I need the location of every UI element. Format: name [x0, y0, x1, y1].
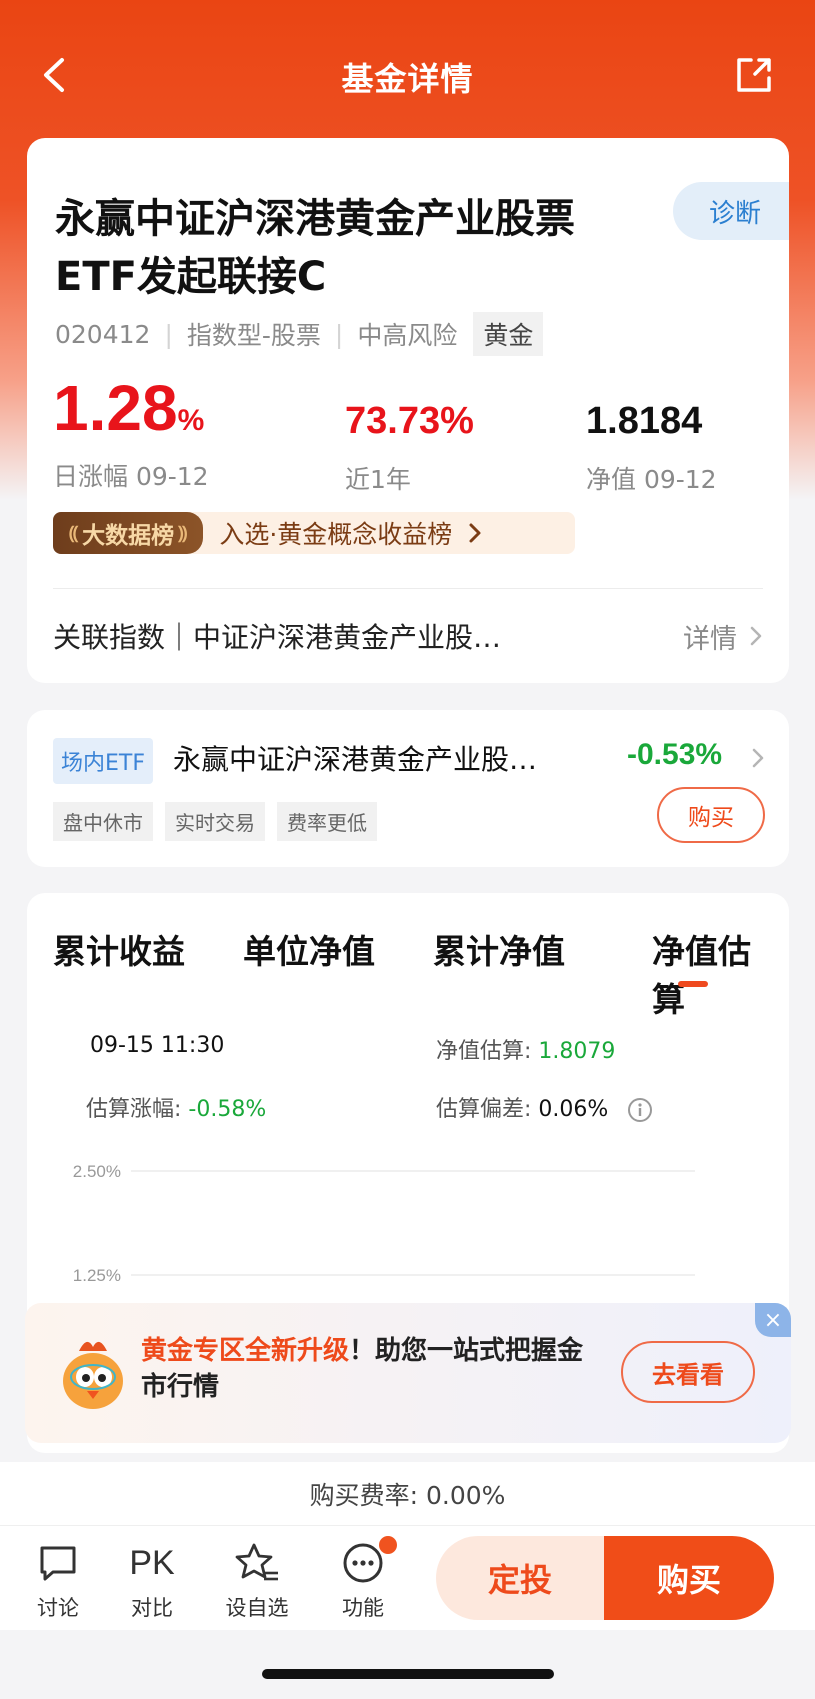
compare-label: 对比 [131, 1596, 173, 1620]
daily-change-unit: % [177, 404, 205, 437]
daily-change-label: 日涨幅 09-12 [53, 462, 209, 491]
promo-text: 黄金专区全新升级！助您一站式把握金市行情 [141, 1333, 601, 1405]
etf-tag-item: 盘中休市 [53, 802, 153, 841]
related-index-label: 关联指数｜中证沪深港黄金产业股… [53, 621, 502, 654]
etf-tag-item: 实时交易 [165, 802, 265, 841]
related-index-detail: 详情 [683, 623, 737, 655]
tab-cumulative-return[interactable]: 累计收益 [53, 925, 185, 973]
active-tab-indicator [678, 981, 708, 987]
fund-summary-card: 永赢中证沪深港黄金产业股票 ETF发起联接C 诊断 020412 | 指数型-股… [27, 138, 789, 683]
app-header: 基金详情 [0, 40, 815, 110]
fund-name: 永赢中证沪深港黄金产业股票 ETF发起联接C [55, 190, 615, 306]
page-title: 基金详情 [341, 60, 474, 98]
nav-label: 净值 09-12 [586, 465, 717, 494]
divider: | [334, 319, 344, 349]
etf-change: -0.53% [627, 738, 723, 771]
nav-stat: 1.8184 净值 09-12 [586, 396, 717, 496]
fund-theme-tag[interactable]: 黄金 [473, 312, 544, 356]
etf-tag: 场内ETF [53, 738, 153, 784]
performance-tabs: 累计收益 单位净值 累计净值 净值估算 [53, 925, 773, 1019]
watchlist-label: 设自选 [225, 1596, 289, 1620]
etf-tag-item: 费率更低 [277, 802, 377, 841]
related-index-row[interactable]: 关联指数｜中证沪深港黄金产业股… 详情 [53, 608, 763, 664]
daily-change-stat: 1.28% 日涨幅 09-12 [53, 370, 209, 493]
chart-ticks: 2.50% 1.25% [73, 1162, 121, 1285]
etf-tags: 盘中休市 实时交易 费率更低 [53, 802, 389, 841]
pk-icon: PK [129, 1543, 175, 1582]
estimate-change-value: -0.58% [188, 1097, 267, 1122]
estimate-deviation: 估算偏差: 0.06% [436, 1091, 653, 1123]
chart-ytick-label: 1.25% [73, 1266, 121, 1285]
rank-badge-label: 大数据榜 [82, 523, 175, 549]
year-return-label: 近1年 [345, 465, 411, 494]
chart-grid [131, 1170, 695, 1276]
estimate-chart: 2.50% 1.25% [73, 1162, 695, 1285]
year-return-value: 73.73% [345, 400, 474, 442]
nav-value: 1.8184 [586, 400, 703, 442]
notification-dot [379, 1536, 397, 1554]
laurel-left-icon: ⸨ [69, 523, 79, 544]
close-icon[interactable]: × [755, 1303, 791, 1337]
laurel-right-icon: ⸩ [178, 523, 188, 544]
fund-name-line2: ETF发起联接C [55, 254, 327, 300]
estimate-time-value: 09-15 11:30 [90, 1033, 225, 1058]
estimate-time: 09-15 11:30 [90, 1033, 224, 1058]
chevron-right-icon [752, 748, 764, 768]
fund-meta-row: 020412 | 指数型-股票 | 中高风险 黄金 [55, 312, 544, 356]
rank-badge: ⸨ 大数据榜 ⸩ [53, 512, 204, 554]
nav-estimate-label: 净值估算: [436, 1039, 539, 1064]
estimate-change: 估算涨幅: -0.58% [86, 1091, 266, 1123]
estimate-change-label: 估算涨幅: [86, 1097, 189, 1122]
estimate-deviation-value: 0.06% [538, 1097, 609, 1122]
star-add-icon [235, 1543, 278, 1581]
discuss-label: 讨论 [37, 1596, 79, 1620]
share-button[interactable] [731, 52, 777, 98]
year-return-stat[interactable]: 73.73% 近1年 [345, 396, 474, 496]
estimate-deviation-label: 估算偏差: [436, 1097, 539, 1122]
daily-change-value: 1.28 [53, 372, 178, 444]
fund-name-line1: 永赢中证沪深港黄金产业股票 [55, 196, 575, 242]
diagnose-button[interactable]: 诊断 [673, 182, 789, 240]
home-indicator [262, 1669, 554, 1679]
share-icon [737, 58, 771, 92]
nav-estimate: 净值估算: 1.8079 [436, 1033, 615, 1065]
compare-button[interactable]: PK 对比 [112, 1540, 192, 1622]
rank-banner[interactable]: ⸨ 大数据榜 ⸩ 入选·黄金概念收益榜 [53, 512, 575, 554]
auto-invest-button[interactable]: 定投 [436, 1536, 604, 1620]
divider [53, 588, 763, 589]
bottom-action-bar: 讨论 PK 对比 设自选 功能 定投 购买 [0, 1526, 815, 1630]
purchase-fee: 购买费率: 0.00% [0, 1462, 815, 1526]
promo-banner[interactable]: 黄金专区全新升级！助您一站式把握金市行情 去看看 × [25, 1303, 791, 1443]
bottom-safe-area [0, 1630, 815, 1699]
divider: | [164, 319, 173, 349]
promo-go-button[interactable]: 去看看 [621, 1341, 755, 1403]
functions-label: 功能 [342, 1596, 384, 1620]
chevron-right-icon [469, 523, 481, 543]
nav-estimate-value: 1.8079 [538, 1039, 616, 1064]
fund-code: 020412 [55, 319, 151, 349]
etf-card[interactable]: 场内ETF 永赢中证沪深港黄金产业股… -0.53% 盘中休市 实时交易 费率更… [27, 710, 789, 867]
tab-nav-estimate[interactable]: 净值估算 [652, 925, 773, 1021]
etf-buy-button[interactable]: 购买 [657, 787, 765, 843]
info-icon[interactable] [627, 1097, 653, 1123]
chevron-right-icon [750, 626, 762, 646]
discuss-button[interactable]: 讨论 [18, 1540, 98, 1622]
fund-type: 指数型-股票 [186, 321, 321, 350]
fund-risk: 中高风险 [357, 321, 458, 350]
tab-cumulative-nav[interactable]: 累计净值 [433, 925, 565, 973]
chart-ytick-label: 2.50% [73, 1162, 121, 1181]
buy-button[interactable]: 购买 [604, 1536, 774, 1620]
chicken-mascot-icon [63, 1341, 123, 1409]
etf-name: 永赢中证沪深港黄金产业股… [173, 743, 538, 776]
functions-button[interactable]: 功能 [323, 1536, 403, 1622]
chat-bubble-icon [40, 1546, 76, 1581]
watchlist-button[interactable]: 设自选 [217, 1540, 297, 1622]
rank-text: 入选·黄金概念收益榜 [219, 520, 453, 549]
promo-highlight: 黄金专区全新升级 [141, 1336, 350, 1366]
tab-unit-nav[interactable]: 单位净值 [243, 925, 375, 973]
